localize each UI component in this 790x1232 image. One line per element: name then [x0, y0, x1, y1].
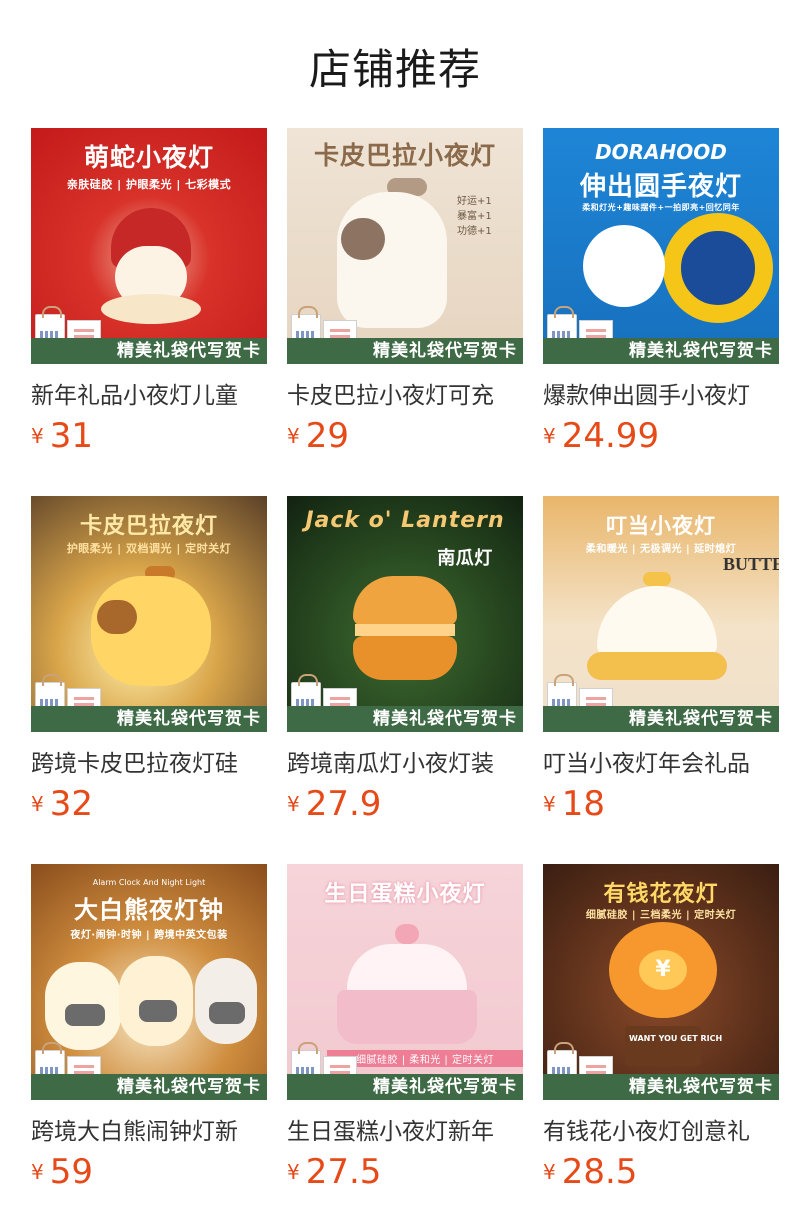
currency-symbol: ¥ — [31, 792, 44, 816]
price-value: 31 — [49, 416, 93, 456]
price-value: 18 — [561, 784, 605, 824]
product-image[interactable]: Alarm Clock And Night Light 大白熊夜灯钟 夜灯·闹钟… — [31, 864, 267, 1100]
price-value: 27.5 — [305, 1152, 382, 1192]
product-image[interactable]: 卡皮巴拉夜灯 护眼柔光 | 双档调光 | 定时关灯 精美礼袋代写贺卡 — [31, 496, 267, 732]
thumb-title: 伸出圆手夜灯 — [579, 172, 742, 202]
currency-symbol: ¥ — [31, 1160, 44, 1184]
product-image[interactable]: 有钱花夜灯 细腻硅胶 | 三档柔光 | 定时关灯 ¥ WANT YOU GET … — [543, 864, 779, 1100]
product-price: ¥18 — [543, 784, 605, 824]
price-value: 29 — [305, 416, 349, 456]
promo-banner: 精美礼袋代写贺卡 — [543, 706, 779, 732]
capybara-lamp-figure — [327, 178, 457, 328]
currency-symbol: ¥ — [287, 424, 300, 448]
product-card[interactable]: Alarm Clock And Night Light 大白熊夜灯钟 夜灯·闹钟… — [31, 864, 267, 1212]
thumb-subtitle: 南瓜灯 — [437, 548, 493, 569]
product-name[interactable]: 跨境南瓜灯小夜灯装 — [287, 744, 523, 778]
product-image[interactable]: 生日蛋糕小夜灯 细腻硅胶 | 柔和光 | 定时关灯 精美礼袋代写贺卡 — [287, 864, 523, 1100]
thumb-subtitle: 柔和暖光 | 无极调光 | 延时熄灯 — [585, 544, 737, 555]
price-value: 24.99 — [561, 416, 660, 456]
product-name[interactable]: 生日蛋糕小夜灯新年 — [287, 1112, 523, 1146]
product-price: ¥27.9 — [287, 784, 381, 824]
promo-banner: 精美礼袋代写贺卡 — [31, 706, 267, 732]
currency-symbol: ¥ — [543, 424, 556, 448]
currency-symbol: ¥ — [543, 792, 556, 816]
thumb-title: 卡皮巴拉小夜灯 — [313, 141, 496, 170]
promo-banner: 精美礼袋代写贺卡 — [543, 338, 779, 364]
promo-banner: 精美礼袋代写贺卡 — [31, 1074, 267, 1100]
promo-banner: 精美礼袋代写贺卡 — [543, 1074, 779, 1100]
product-price: ¥27.5 — [287, 1152, 381, 1192]
thumb-title: 叮当小夜灯 — [606, 514, 716, 538]
product-grid: 萌蛇小夜灯 亲肤硅胶 | 护眼柔光 | 七彩模式 精美礼袋代写贺卡 新年礼品小夜… — [31, 128, 779, 1212]
product-card[interactable]: 生日蛋糕小夜灯 细腻硅胶 | 柔和光 | 定时关灯 精美礼袋代写贺卡 生日蛋糕小… — [287, 864, 523, 1212]
capybara-lamp-figure — [91, 566, 211, 686]
thumb-subtitle: 细腻硅胶 | 三档柔光 | 定时关灯 — [585, 910, 737, 921]
product-name[interactable]: 爆款伸出圆手小夜灯 — [543, 376, 779, 410]
thumb-subtitle: 护眼柔光 | 双档调光 | 定时关灯 — [66, 542, 232, 555]
thumb-subtitle: 柔和灯光+趣味摆件+一拍即亮+回忆同年 — [582, 203, 740, 212]
product-price: ¥24.99 — [543, 416, 659, 456]
promo-banner: 精美礼袋代写贺卡 — [287, 706, 523, 732]
product-name[interactable]: 卡皮巴拉小夜灯可充 — [287, 376, 523, 410]
product-card[interactable]: 卡皮巴拉夜灯 护眼柔光 | 双档调光 | 定时关灯 精美礼袋代写贺卡 跨境卡皮巴… — [31, 496, 267, 844]
promo-banner: 精美礼袋代写贺卡 — [287, 1074, 523, 1100]
bear-clock-figure — [45, 952, 257, 1052]
product-name[interactable]: 叮当小夜灯年会礼品 — [543, 744, 779, 778]
brand-logo: DORAHOOD — [595, 140, 727, 164]
product-card[interactable]: DORAHOOD 伸出圆手夜灯 柔和灯光+趣味摆件+一拍即亮+回忆同年 精美礼袋… — [543, 128, 779, 476]
product-image[interactable]: DORAHOOD 伸出圆手夜灯 柔和灯光+趣味摆件+一拍即亮+回忆同年 精美礼袋… — [543, 128, 779, 364]
product-image[interactable]: 叮当小夜灯 柔和暖光 | 无极调光 | 延时熄灯 BUTTER 精美礼袋代写贺卡 — [543, 496, 779, 732]
product-name[interactable]: 新年礼品小夜灯儿童 — [31, 376, 267, 410]
product-price: ¥32 — [31, 784, 93, 824]
bell-lamp-figure — [587, 572, 727, 682]
product-price: ¥29 — [287, 416, 349, 456]
thumb-title: 萌蛇小夜灯 — [83, 143, 214, 172]
product-card[interactable]: 叮当小夜灯 柔和暖光 | 无极调光 | 延时熄灯 BUTTER 精美礼袋代写贺卡… — [543, 496, 779, 844]
currency-symbol: ¥ — [287, 1160, 300, 1184]
yuan-icon: ¥ — [639, 950, 687, 990]
cake-lamp-figure — [337, 924, 477, 1044]
thumb-title: Jack o' Lantern — [305, 508, 505, 533]
product-name[interactable]: 有钱花小夜灯创意礼 — [543, 1112, 779, 1146]
hand-lamp-figure — [583, 213, 773, 333]
currency-symbol: ¥ — [543, 1160, 556, 1184]
thumb-subtitle: 亲肤硅胶 | 护眼柔光 | 七彩模式 — [66, 178, 232, 191]
product-image[interactable]: Jack o' Lantern 南瓜灯 精美礼袋代写贺卡 — [287, 496, 523, 732]
page-title: 店铺推荐 — [308, 45, 481, 94]
thumb-title: 大白熊夜灯钟 — [74, 896, 224, 924]
product-card[interactable]: 卡皮巴拉小夜灯 好运+1 暴富+1 功德+1 精美礼袋代写贺卡 卡皮巴拉小夜灯可… — [287, 128, 523, 476]
product-price: ¥31 — [31, 416, 93, 456]
product-image[interactable]: 萌蛇小夜灯 亲肤硅胶 | 护眼柔光 | 七彩模式 精美礼袋代写贺卡 — [31, 128, 267, 364]
product-card[interactable]: 有钱花夜灯 细腻硅胶 | 三档柔光 | 定时关灯 ¥ WANT YOU GET … — [543, 864, 779, 1212]
price-value: 32 — [49, 784, 93, 824]
promo-banner: 精美礼袋代写贺卡 — [287, 338, 523, 364]
thumb-tagline: Alarm Clock And Night Light — [92, 878, 206, 887]
pumpkin-lamp-figure — [353, 576, 457, 680]
thumb-subtitle: 夜灯·闹钟·时钟 | 跨境中英文包装 — [70, 930, 228, 941]
price-value: 28.5 — [561, 1152, 638, 1192]
product-price: ¥59 — [31, 1152, 93, 1192]
snake-lamp-figure — [101, 208, 201, 328]
book-text: BUTTER — [723, 554, 779, 574]
thumb-extra: 好运+1 暴富+1 功德+1 — [457, 196, 492, 237]
currency-symbol: ¥ — [287, 792, 300, 816]
product-card[interactable]: 萌蛇小夜灯 亲肤硅胶 | 护眼柔光 | 七彩模式 精美礼袋代写贺卡 新年礼品小夜… — [31, 128, 267, 476]
currency-symbol: ¥ — [31, 424, 44, 448]
thumb-title: 卡皮巴拉夜灯 — [79, 514, 218, 539]
product-name[interactable]: 跨境卡皮巴拉夜灯硅 — [31, 744, 267, 778]
price-value: 59 — [49, 1152, 93, 1192]
thumb-title: 有钱花夜灯 — [603, 882, 719, 907]
thumb-title: 生日蛋糕小夜灯 — [324, 882, 486, 907]
money-flower-lamp-figure: ¥ — [603, 922, 723, 1072]
pot-text: WANT YOU GET RICH — [629, 1034, 723, 1043]
product-card[interactable]: Jack o' Lantern 南瓜灯 精美礼袋代写贺卡 跨境南瓜灯小夜灯装 ¥… — [287, 496, 523, 844]
product-price: ¥28.5 — [543, 1152, 637, 1192]
promo-banner: 精美礼袋代写贺卡 — [31, 338, 267, 364]
price-value: 27.9 — [305, 784, 382, 824]
product-name[interactable]: 跨境大白熊闹钟灯新 — [31, 1112, 267, 1146]
product-image[interactable]: 卡皮巴拉小夜灯 好运+1 暴富+1 功德+1 精美礼袋代写贺卡 — [287, 128, 523, 364]
